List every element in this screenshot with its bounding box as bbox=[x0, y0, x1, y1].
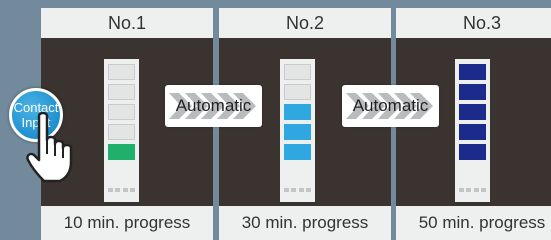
lamp-segment bbox=[284, 84, 311, 100]
automatic-label: Automatic bbox=[175, 96, 252, 115]
signal-tower-lamp bbox=[280, 59, 315, 202]
panel-title: No.1 bbox=[41, 8, 213, 38]
automatic-arrow-box: Automatic bbox=[165, 85, 262, 127]
lamp-segment bbox=[108, 144, 135, 160]
panel-title: No.2 bbox=[219, 8, 391, 38]
panel-title: No.3 bbox=[396, 8, 551, 38]
lamp-segment bbox=[459, 104, 486, 120]
signal-tower-lamp bbox=[455, 59, 490, 202]
lamp-base bbox=[284, 188, 311, 192]
signal-tower-lamp bbox=[104, 59, 139, 202]
lamp-segment bbox=[108, 124, 135, 140]
lamp-segment bbox=[459, 144, 486, 160]
lamp-segment bbox=[459, 124, 486, 140]
progress-label: 10 min. progress bbox=[41, 206, 213, 240]
lamp-segment bbox=[284, 64, 311, 80]
progress-label: 50 min. progress bbox=[396, 206, 551, 240]
lamp-segment bbox=[108, 64, 135, 80]
lamp-segment bbox=[284, 144, 311, 160]
lamp-segment bbox=[459, 84, 486, 100]
lamp-base bbox=[459, 188, 486, 192]
lamp-segment bbox=[108, 84, 135, 100]
lamp-segment bbox=[284, 104, 311, 120]
automatic-label: Automatic bbox=[352, 96, 429, 115]
pointing-hand-icon bbox=[26, 111, 73, 183]
lamp-segment bbox=[459, 64, 486, 80]
automatic-arrow-box: Automatic bbox=[342, 85, 439, 127]
lamp-base bbox=[108, 188, 135, 192]
lamp-segment bbox=[108, 104, 135, 120]
progress-label: 30 min. progress bbox=[219, 206, 391, 240]
lamp-segment bbox=[284, 124, 311, 140]
